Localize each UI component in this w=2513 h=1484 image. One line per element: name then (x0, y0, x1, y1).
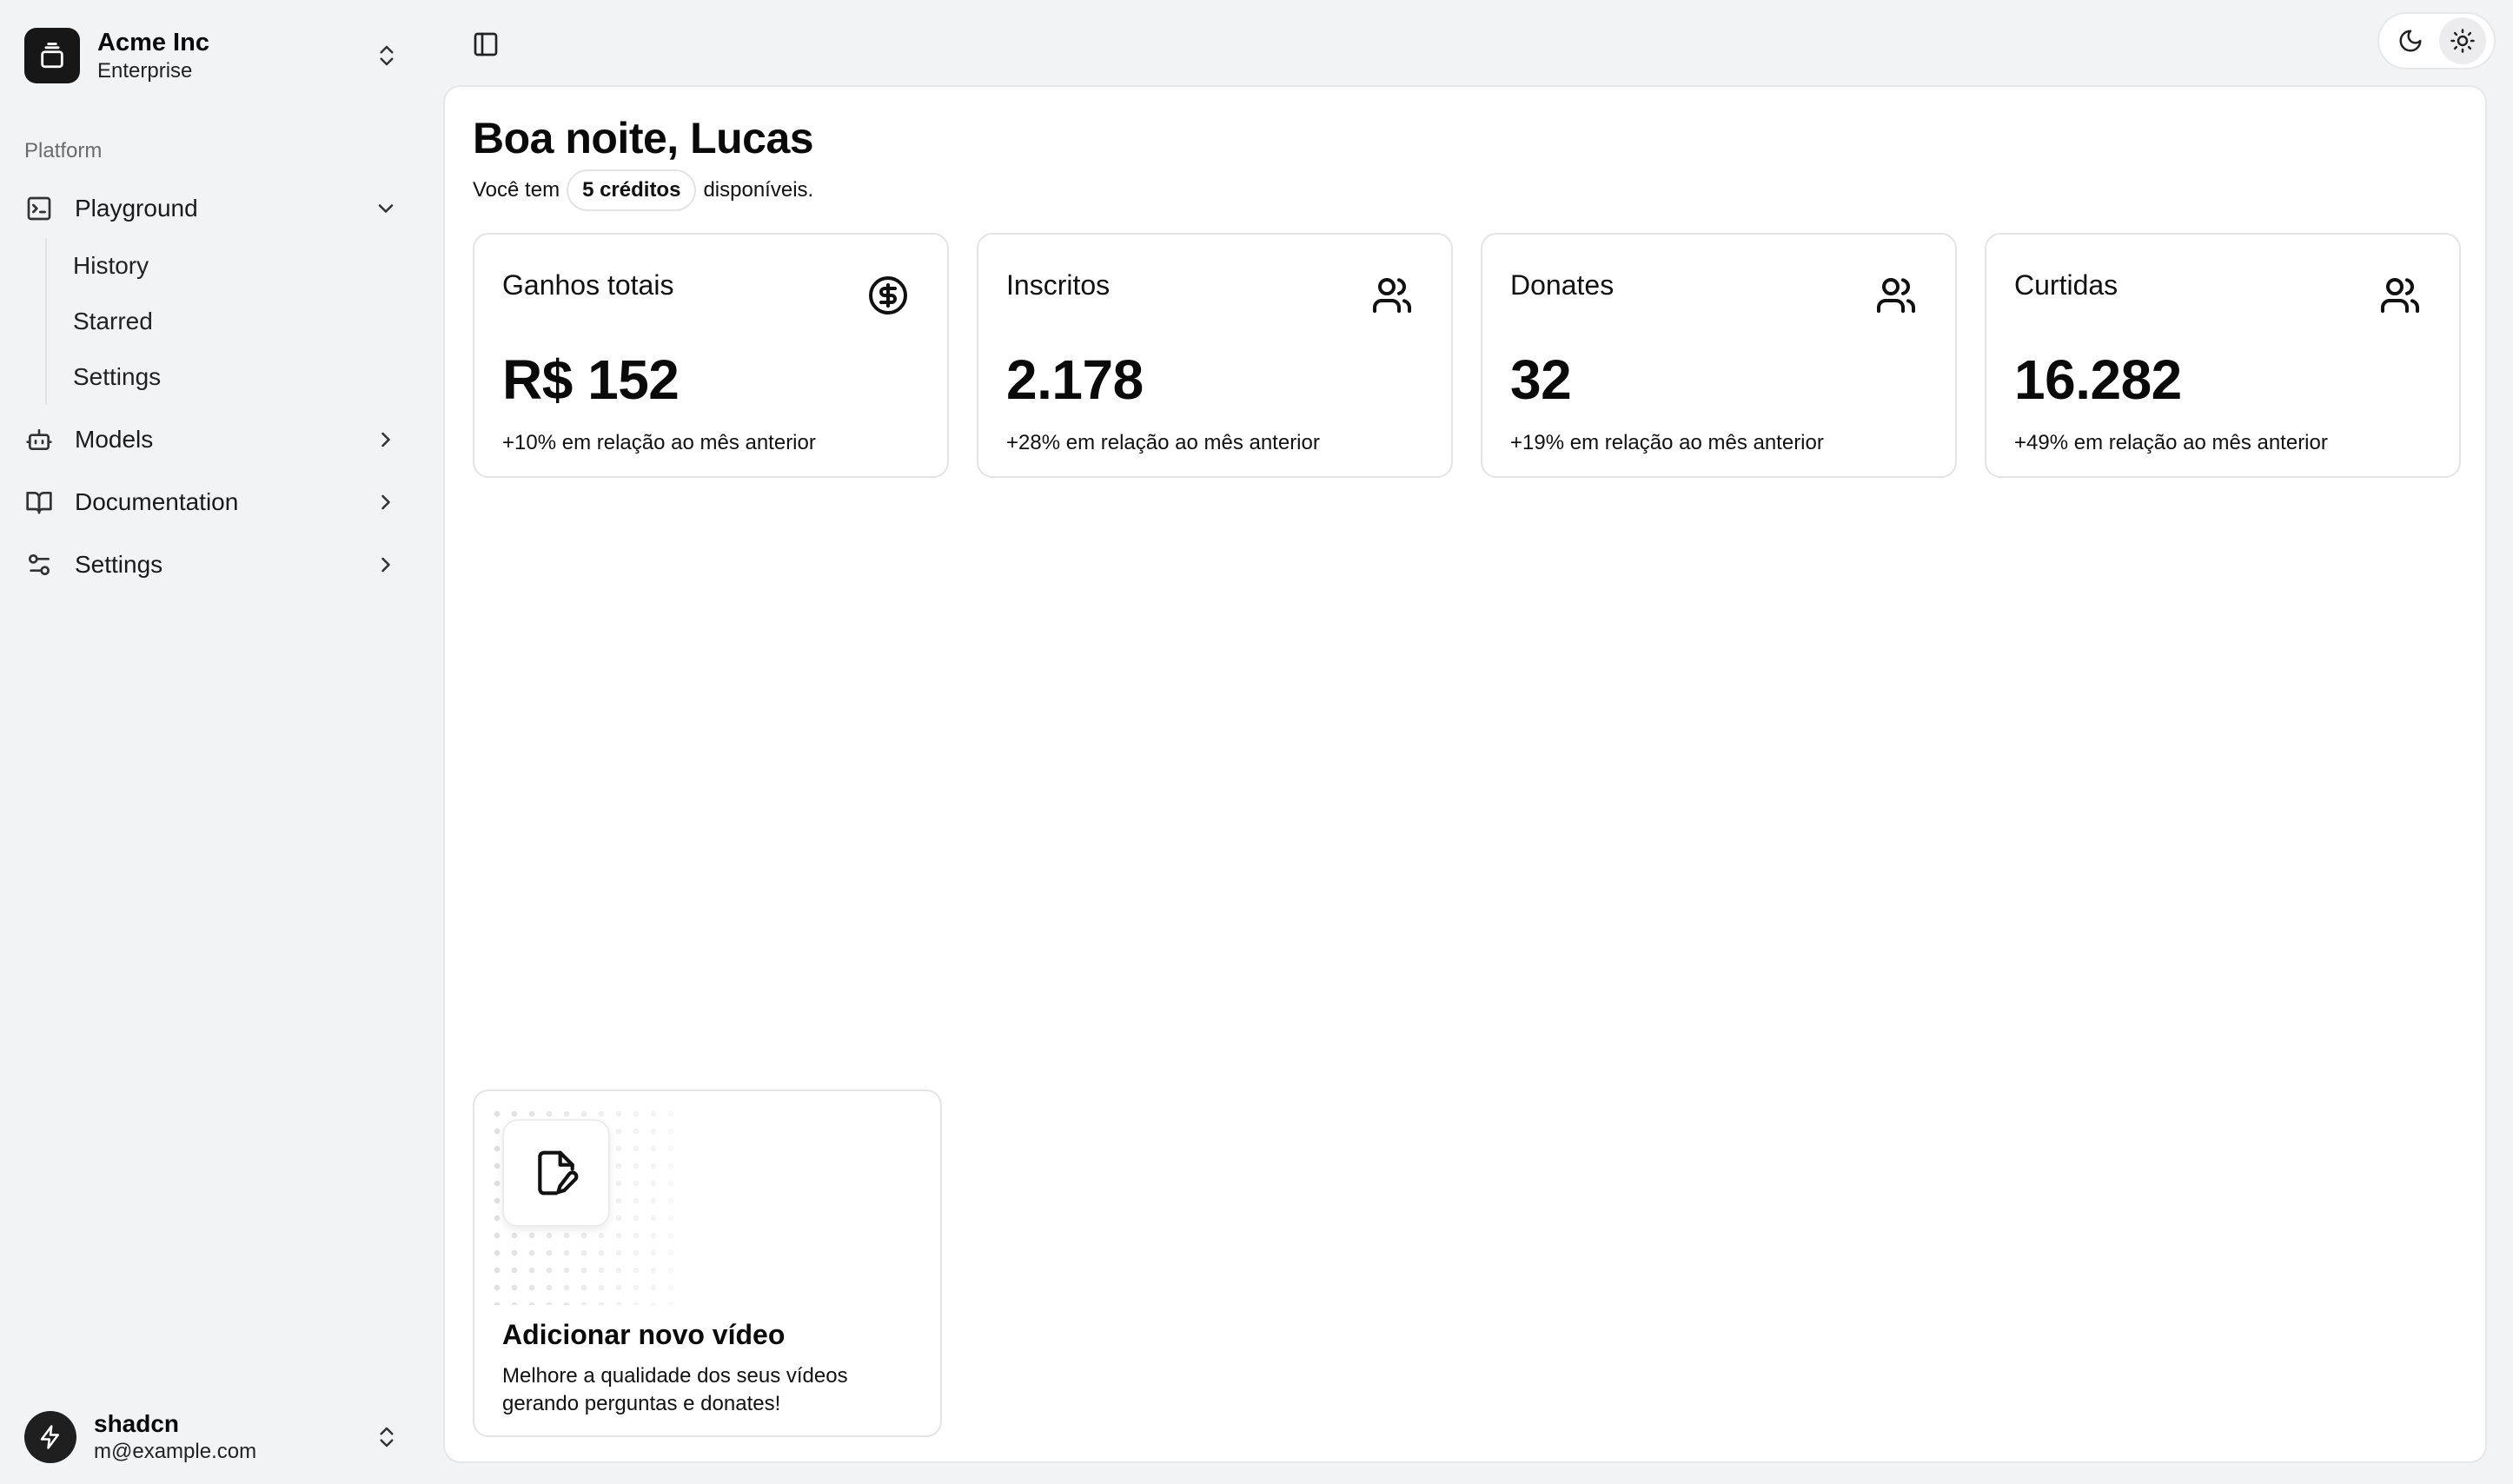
theme-toggle (2377, 12, 2496, 70)
stat-value: R$ 152 (502, 348, 680, 411)
credits-badge: 5 créditos (567, 169, 697, 211)
stat-change: +28% em relação ao mês anterior (1006, 431, 1320, 454)
sidebar-item-playground[interactable]: Playground (12, 179, 421, 238)
sidebar-item-settings[interactable]: Settings (12, 535, 421, 594)
chevron-right-icon (381, 432, 390, 447)
sidebar-item-documentation[interactable]: Documentation (12, 473, 421, 532)
dollar-circle-icon (869, 276, 907, 315)
sidebar-toggle-button[interactable] (466, 24, 506, 64)
avatar (24, 1411, 76, 1463)
stat-value: 16.282 (2014, 348, 2182, 411)
add-video-title: Adicionar novo vídeo (502, 1319, 786, 1350)
moon-icon (2399, 30, 2422, 52)
team-switcher[interactable]: Acme Inc Enterprise (12, 12, 421, 99)
add-video-description: Melhore a qualidade dos seus vídeos gera… (502, 1364, 848, 1415)
chevron-right-icon (381, 557, 390, 573)
add-video-card[interactable]: Adicionar novo vídeo Melhore a qualidade… (473, 1090, 942, 1437)
sidebar-item-label: Documentation (75, 488, 239, 515)
panel-left-icon (474, 32, 498, 56)
app-root: Acme Inc Enterprise Platform Playground (0, 0, 2513, 1484)
team-logo (24, 28, 80, 83)
stat-title: Ganhos totais (502, 269, 674, 301)
settings-2-icon (28, 554, 50, 575)
chevrons-up-down-icon (380, 1427, 394, 1448)
users-icon (2381, 278, 2419, 313)
stat-title: Inscritos (1006, 269, 1111, 301)
file-pen-icon (538, 1150, 579, 1196)
stat-value: 32 (1510, 348, 1572, 411)
credits-prefix: Você tem (473, 178, 560, 202)
dark-mode-button[interactable] (2387, 17, 2434, 64)
sidebar-item-models[interactable]: Models (12, 410, 421, 469)
stat-card-curtidas: Curtidas 16.282 +49% em relação ao mês a… (1985, 233, 2461, 478)
chevron-down-icon (378, 204, 394, 213)
sidebar-item-label: Settings (75, 551, 163, 578)
sidebar-item-label: Playground (75, 195, 198, 222)
submenu-item-history[interactable]: History (70, 238, 421, 294)
book-open-icon (26, 492, 52, 514)
submenu-item-starred[interactable]: Starred (70, 294, 421, 349)
stat-card-inscritos: Inscritos 2.178 +28% em relação ao mês a… (977, 233, 1453, 478)
stat-card-ganhos: Ganhos totais R$ 152 +10% em relação ao … (473, 233, 949, 478)
sidebar: Acme Inc Enterprise Platform Playground (0, 0, 434, 1484)
zap-icon (40, 1425, 59, 1449)
gallery-stack-icon (41, 43, 63, 69)
user-name: shadcn (94, 1410, 180, 1437)
bot-icon (26, 429, 52, 450)
submenu-item-settings[interactable]: Settings (70, 349, 421, 405)
users-icon (1373, 278, 1411, 313)
stat-change: +49% em relação ao mês anterior (2014, 431, 2328, 454)
user-email: m@example.com (94, 1440, 257, 1463)
sun-icon (2450, 29, 2475, 53)
credits-line: Você tem 5 créditos disponíveis. (473, 169, 813, 212)
sidebar-item-label: Models (75, 426, 154, 453)
main-panel: Boa noite, Lucas Você tem 5 créditos dis… (443, 85, 2487, 1463)
team-plan: Enterprise (97, 59, 193, 83)
stat-card-donates: Donates 32 +19% em relação ao mês anteri… (1481, 233, 1957, 478)
chevrons-up-down-icon (380, 45, 394, 66)
stat-title: Curtidas (2014, 269, 2118, 301)
stat-value: 2.178 (1006, 348, 1144, 411)
playground-submenu: History Starred Settings (45, 238, 421, 405)
page-title: Boa noite, Lucas (473, 114, 814, 162)
sidebar-nav: Playground History Starred Settings Mode… (12, 179, 421, 594)
stat-change: +10% em relação ao mês anterior (502, 431, 816, 454)
team-name: Acme Inc (97, 29, 209, 56)
users-icon (1877, 278, 1915, 313)
light-mode-button[interactable] (2439, 17, 2486, 64)
terminal-square-icon (27, 196, 51, 221)
sidebar-group-label: Platform (24, 139, 103, 162)
stat-change: +19% em relação ao mês anterior (1510, 431, 1824, 454)
add-video-icon-box (502, 1119, 610, 1227)
credits-suffix: disponíveis. (703, 178, 814, 202)
user-menu[interactable]: shadcn m@example.com (12, 1401, 421, 1474)
stat-title: Donates (1510, 269, 1615, 301)
chevron-right-icon (381, 494, 390, 510)
